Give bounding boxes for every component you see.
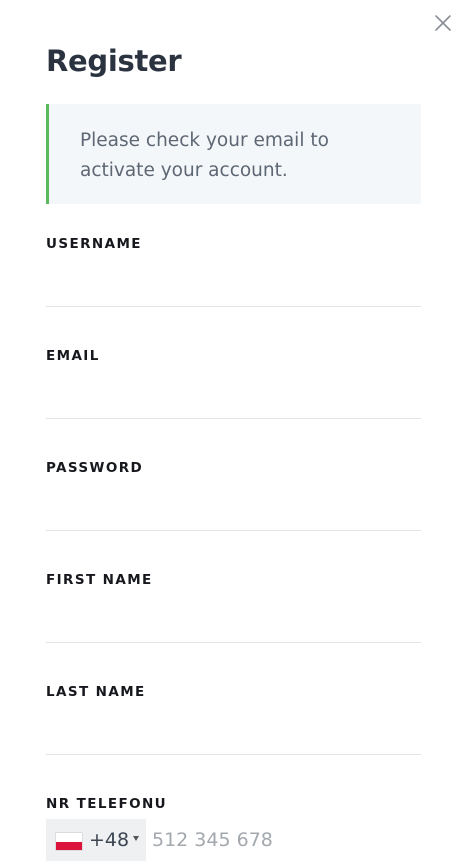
first-name-input[interactable]	[46, 598, 421, 643]
password-field-group: PASSWORD	[46, 460, 421, 531]
last-name-input[interactable]	[46, 710, 421, 755]
page-title: Register	[46, 44, 182, 78]
email-field-group: EMAIL	[46, 348, 421, 419]
poland-flag-icon	[56, 833, 82, 850]
last-name-label: LAST NAME	[46, 684, 146, 700]
first-name-field-group: FIRST NAME	[46, 572, 421, 643]
first-name-label: FIRST NAME	[46, 572, 153, 588]
phone-row: +48	[46, 819, 421, 861]
notice-text: Please check your email to activate your…	[80, 130, 329, 181]
password-input[interactable]	[46, 486, 421, 531]
password-label: PASSWORD	[46, 460, 144, 476]
email-input[interactable]	[46, 374, 421, 419]
phone-label: NR TELEFONU	[46, 796, 168, 812]
username-label: USERNAME	[46, 236, 142, 252]
username-field-group: USERNAME	[46, 236, 421, 307]
caret-down-icon	[133, 836, 139, 841]
close-icon[interactable]	[432, 12, 454, 34]
dial-code: +48	[89, 829, 130, 851]
email-label: EMAIL	[46, 348, 100, 364]
country-code-select[interactable]: +48	[46, 819, 146, 861]
username-input[interactable]	[46, 262, 421, 307]
last-name-field-group: LAST NAME	[46, 684, 421, 755]
activation-notice: Please check your email to activate your…	[46, 104, 421, 204]
phone-field-group: NR TELEFONU +48	[46, 796, 421, 861]
phone-input[interactable]	[152, 819, 421, 861]
